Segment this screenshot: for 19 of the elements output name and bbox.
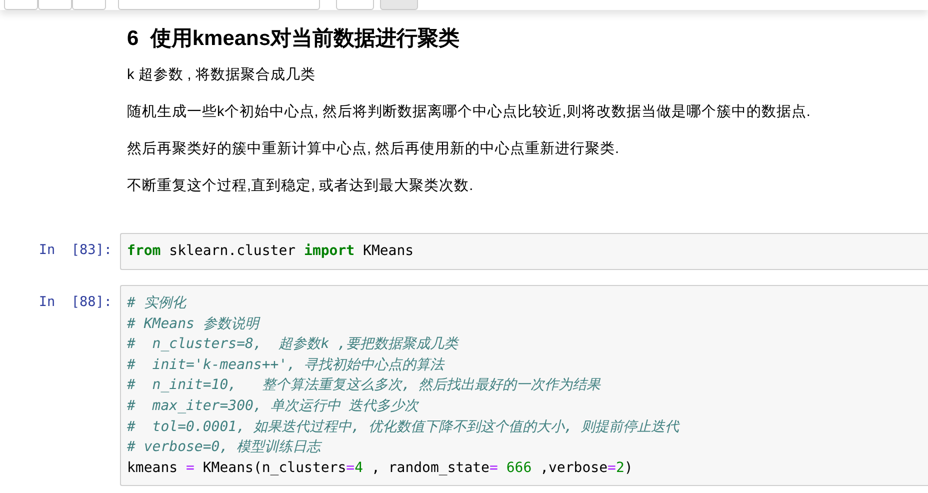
paragraph: 然后再聚类好的簇中重新计算中心点, 然后再使用新的中心点重新进行聚类. (127, 140, 620, 159)
code-line: # n_clusters=8, 超参数k ,要把数据聚成几类 (127, 335, 460, 354)
code-cell[interactable]: from sklearn.cluster import KMeans (120, 233, 928, 270)
input-prompt: In [83]: (38, 241, 113, 258)
code-line: # verbose=0, 模型训练日志 (127, 438, 324, 458)
code-cell[interactable] (120, 284, 928, 486)
code-line: # KMeans 参数说明 (127, 314, 262, 334)
code-line: # tol=0.0001, 如果迭代过程中, 优化数值下降不到这个值的大小, 则提前停止迭代 (127, 418, 681, 437)
code-line: # init='k-means++', 寻找初始中心点的算法 (127, 356, 446, 375)
code-line: # max_iter=300, 单次运行中 迭代多少次 (127, 396, 420, 416)
input-prompt: In [88]: (38, 292, 113, 310)
code-line: # n_init=10, 整个算法重复这么多次, 然后找出最好的一次作为结果 (127, 376, 602, 396)
section-heading: 6 使用kmeans对当前数据进行聚类 (127, 26, 461, 52)
code-line: from sklearn.cluster import KMeans (127, 242, 415, 262)
paragraph: 不断重复这个过程,直到稳定, 或者达到最大聚类次数. (127, 176, 474, 196)
code-line: kmeans = KMeans(n_clusters=4 , random_state= 666 ,verbose=2) (127, 458, 634, 478)
code-line: # 实例化 (127, 294, 188, 313)
paragraph: k 超参数 , 将数据聚合成几类 (127, 66, 316, 85)
paragraph: 随机生成一些k个初始中心点, 然后将判断数据离哪个中心点比较近,则将改数据当做是哪个簇中的数据点. (127, 102, 812, 122)
